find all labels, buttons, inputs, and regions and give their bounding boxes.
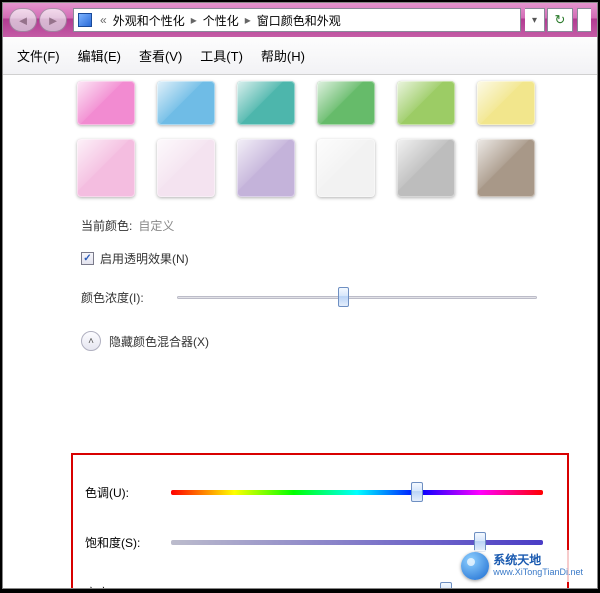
current-color-label: 当前颜色: <box>81 217 132 234</box>
brightness-label: 亮度(B): <box>85 584 171 589</box>
slider-thumb[interactable] <box>411 482 423 502</box>
chevron-right-icon: ▸ <box>191 13 197 27</box>
breadcrumb-seg-1[interactable]: 外观和个性化 <box>113 12 185 29</box>
saturation-slider[interactable] <box>171 532 543 552</box>
breadcrumb-seg-2[interactable]: 个性化 <box>203 12 239 29</box>
color-swatch[interactable] <box>237 139 295 197</box>
color-swatch[interactable] <box>157 81 215 125</box>
color-swatch[interactable] <box>157 139 215 197</box>
watermark: 系统天地 www.XiTongTianDi.net <box>457 550 587 582</box>
color-swatch[interactable] <box>317 81 375 125</box>
refresh-button[interactable]: ↻ <box>547 8 573 32</box>
breadcrumb-seg-3[interactable]: 窗口颜色和外观 <box>257 12 341 29</box>
menu-help[interactable]: 帮助(H) <box>261 46 305 65</box>
watermark-title: 系统天地 <box>493 554 583 567</box>
nav-forward-button[interactable]: ► <box>39 8 67 32</box>
search-input[interactable] <box>577 8 591 32</box>
current-color-value: 自定义 <box>138 217 174 234</box>
color-swatch[interactable] <box>317 139 375 197</box>
saturation-label: 饱和度(S): <box>85 534 171 551</box>
hue-label: 色调(U): <box>85 484 171 501</box>
menubar: 文件(F) 编辑(E) 查看(V) 工具(T) 帮助(H) <box>3 37 597 75</box>
color-swatch[interactable] <box>477 81 535 125</box>
breadcrumb-dropdown-button[interactable]: ▾ <box>525 8 545 32</box>
brightness-slider[interactable] <box>171 582 543 588</box>
breadcrumb[interactable]: « 外观和个性化 ▸ 个性化 ▸ 窗口颜色和外观 <box>73 8 521 32</box>
watermark-url: www.XiTongTianDi.net <box>493 568 583 578</box>
menu-view[interactable]: 查看(V) <box>139 46 182 65</box>
color-intensity-label: 颜色浓度(I): <box>81 289 177 306</box>
toggle-color-mixer-label[interactable]: 隐藏颜色混合器(X) <box>109 333 209 350</box>
nav-back-button[interactable]: ◄ <box>9 8 37 32</box>
color-swatch[interactable] <box>237 81 295 125</box>
toggle-color-mixer-button[interactable]: ˄ <box>81 331 101 351</box>
control-panel-icon <box>78 13 92 27</box>
slider-thumb[interactable] <box>440 582 452 588</box>
menu-file[interactable]: 文件(F) <box>17 46 60 65</box>
color-intensity-slider[interactable] <box>177 287 537 307</box>
slider-track <box>171 540 543 545</box>
slider-thumb[interactable] <box>338 287 349 307</box>
enable-transparency-label[interactable]: 启用透明效果(N) <box>100 250 189 267</box>
menu-edit[interactable]: 编辑(E) <box>78 46 121 65</box>
hue-slider[interactable] <box>171 482 543 502</box>
color-swatch[interactable] <box>397 139 455 197</box>
watermark-logo-icon <box>461 552 489 580</box>
chevron-right-icon: ▸ <box>245 13 251 27</box>
slider-thumb[interactable] <box>474 532 486 552</box>
enable-transparency-checkbox[interactable]: ✓ <box>81 252 94 265</box>
color-swatch[interactable] <box>77 139 135 197</box>
breadcrumb-root-arrow: « <box>100 13 107 27</box>
color-swatch[interactable] <box>477 139 535 197</box>
slider-track <box>177 296 537 299</box>
color-swatch[interactable] <box>397 81 455 125</box>
color-swatch[interactable] <box>77 81 135 125</box>
slider-track <box>171 490 543 495</box>
menu-tools[interactable]: 工具(T) <box>200 46 243 65</box>
